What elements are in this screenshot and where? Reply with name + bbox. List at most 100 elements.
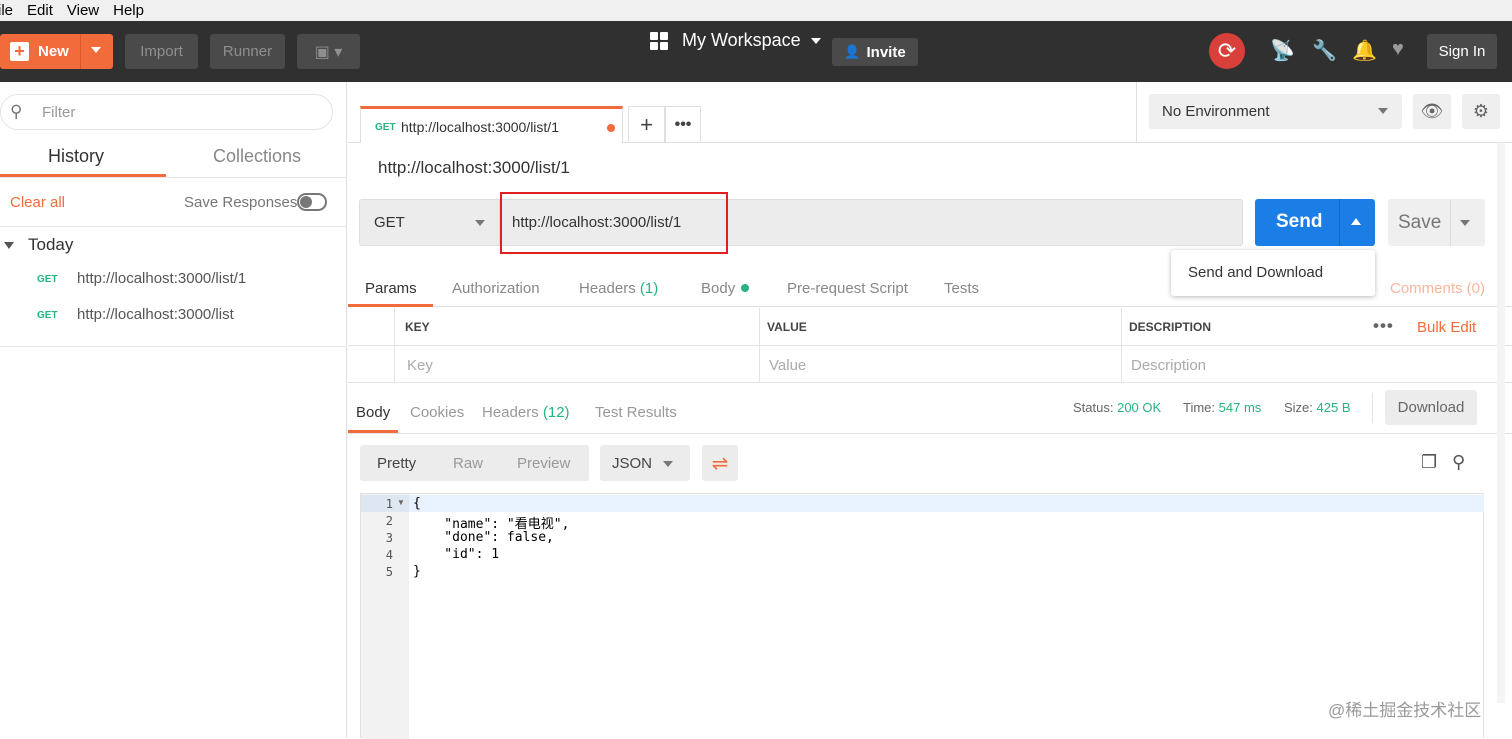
format-select[interactable]: JSON: [600, 445, 690, 481]
save-button[interactable]: Save: [1388, 199, 1485, 246]
send-separator: [1339, 199, 1340, 246]
line-number: 4: [385, 548, 393, 562]
send-and-download-item[interactable]: Send and Download: [1188, 264, 1323, 281]
tab-params[interactable]: Params: [365, 280, 417, 297]
copy-icon[interactable]: ❐: [1421, 452, 1437, 473]
sidebar: ⚲ Filter History Collections Clear all S…: [0, 82, 347, 738]
invite-label: Invite: [866, 43, 906, 61]
active-tab-indicator: [348, 430, 398, 433]
bulk-edit-link[interactable]: Bulk Edit: [1417, 319, 1476, 336]
send-button[interactable]: Send: [1255, 199, 1375, 246]
code-line: {: [413, 496, 421, 511]
comments-link[interactable]: Comments (0): [1390, 280, 1485, 297]
line-number: 5: [385, 565, 393, 579]
response-body-editor[interactable]: 1 2 3 4 5 ▼ { "name": "看电视", "done": fal…: [360, 493, 1484, 739]
workspace-switcher[interactable]: My Workspace: [650, 30, 821, 51]
tab-authorization[interactable]: Authorization: [452, 280, 540, 297]
scrollbar[interactable]: [1497, 143, 1505, 703]
import-button[interactable]: Import: [125, 34, 198, 69]
manage-environments-button[interactable]: ⚙: [1462, 94, 1500, 129]
more-tabs-button[interactable]: •••: [665, 106, 701, 143]
line-number: 1: [385, 497, 393, 511]
method-select[interactable]: GET: [359, 199, 500, 246]
response-headers-count: (12): [542, 404, 570, 421]
bell-icon[interactable]: 🔔: [1352, 38, 1377, 63]
tab-body-label: Body: [701, 280, 736, 297]
more-icon: •••: [674, 116, 692, 133]
description-input[interactable]: Description: [1131, 357, 1206, 374]
fold-icon[interactable]: ▼: [397, 498, 405, 507]
more-icon[interactable]: •••: [1373, 316, 1394, 336]
chevron-down-icon[interactable]: [1460, 220, 1470, 226]
tab-pre-request-script[interactable]: Pre-request Script: [787, 280, 908, 297]
preview-button[interactable]: Preview: [517, 455, 570, 472]
tab-body[interactable]: Body: [701, 280, 750, 297]
chevron-down-icon: [1378, 108, 1388, 114]
raw-button[interactable]: Raw: [453, 455, 483, 472]
tab-history[interactable]: History: [48, 146, 104, 167]
code-line: "done": false,: [413, 530, 554, 545]
tab-cookies[interactable]: Cookies: [410, 404, 464, 421]
download-button[interactable]: Download: [1385, 390, 1477, 425]
params-table: KEY VALUE DESCRIPTION Key Value Descript…: [348, 308, 1512, 383]
new-label: New: [38, 43, 69, 60]
save-responses-label: Save Responses: [184, 194, 298, 211]
history-item[interactable]: GET http://localhost:3000/list: [0, 298, 347, 334]
plus-icon: +: [10, 42, 29, 61]
key-input[interactable]: Key: [407, 357, 433, 374]
value-input[interactable]: Value: [769, 357, 806, 374]
tab-response-headers[interactable]: Headers (12): [482, 404, 570, 421]
headers-count: (1): [639, 280, 659, 297]
time-value: 547 ms: [1218, 400, 1262, 415]
group-label: Today: [28, 235, 74, 254]
new-button[interactable]: + New: [0, 34, 113, 69]
new-tab-button[interactable]: +: [628, 106, 665, 143]
menu-file[interactable]: ile: [0, 2, 20, 19]
sync-icon[interactable]: ⟳: [1209, 33, 1245, 69]
wrap-lines-button[interactable]: ⇌: [702, 445, 738, 481]
history-group-today[interactable]: Today: [4, 235, 73, 255]
menu-view[interactable]: View: [60, 2, 106, 19]
column-header-value: VALUE: [767, 320, 807, 334]
tab-test-results[interactable]: Test Results: [595, 404, 677, 421]
chevron-down-icon[interactable]: [91, 47, 101, 53]
tab-collections[interactable]: Collections: [213, 146, 301, 167]
sign-in-button[interactable]: Sign In: [1427, 34, 1497, 69]
wrap-icon: ⇌: [711, 452, 729, 475]
tab-headers[interactable]: Headers (1): [579, 280, 658, 297]
method-label: GET: [374, 214, 405, 231]
search-icon[interactable]: ⚲: [1452, 452, 1465, 473]
table-row: Key Value Description: [348, 346, 1512, 383]
runner-button[interactable]: Runner: [210, 34, 285, 69]
save-responses-toggle[interactable]: [297, 193, 327, 211]
request-tab[interactable]: GET http://localhost:3000/list/1: [360, 106, 623, 143]
satellite-icon[interactable]: 📡: [1270, 38, 1295, 63]
tab-response-body[interactable]: Body: [356, 404, 390, 421]
tab-response-headers-label: Headers: [482, 404, 539, 421]
chevron-up-icon[interactable]: [1351, 218, 1361, 225]
sidebar-tabs: History Collections: [0, 140, 347, 178]
history-item[interactable]: GET http://localhost:3000/list/1: [0, 262, 347, 298]
menu-help[interactable]: Help: [106, 2, 151, 19]
filter-input[interactable]: ⚲ Filter: [0, 94, 333, 130]
environment-select[interactable]: No Environment: [1149, 94, 1402, 129]
column-header-description: DESCRIPTION: [1129, 320, 1212, 334]
status-info: Status: 200 OK: [1073, 400, 1161, 415]
table-header-row: KEY VALUE DESCRIPTION: [348, 308, 1512, 346]
pretty-button[interactable]: Pretty: [377, 455, 416, 472]
environment-quick-look-button[interactable]: 👁: [1413, 94, 1451, 129]
add-user-icon: 👤: [844, 44, 861, 59]
divider: [0, 226, 347, 227]
heart-icon[interactable]: ♥: [1392, 38, 1404, 61]
menu-edit[interactable]: Edit: [20, 2, 60, 19]
wrench-icon[interactable]: 🔧: [1312, 38, 1337, 63]
request-title[interactable]: http://localhost:3000/list/1: [378, 158, 570, 178]
tab-tests[interactable]: Tests: [944, 280, 979, 297]
open-new-window-button[interactable]: ▣ ▾: [297, 34, 360, 69]
new-window-icon: ▣ ▾: [314, 43, 343, 61]
invite-button[interactable]: 👤 Invite: [832, 38, 918, 66]
filter-placeholder: Filter: [42, 104, 76, 121]
method-badge: GET: [375, 122, 396, 133]
clear-all-link[interactable]: Clear all: [10, 194, 65, 211]
search-icon: ⚲: [10, 102, 23, 121]
